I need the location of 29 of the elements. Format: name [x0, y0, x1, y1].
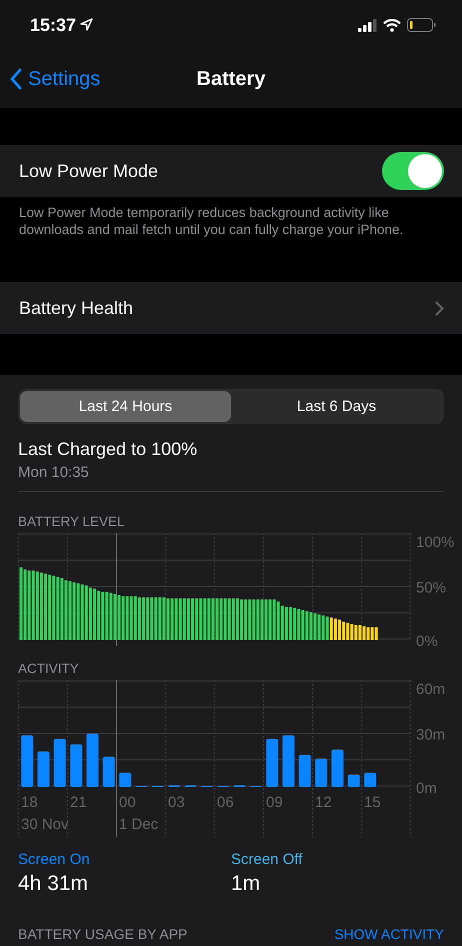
last-charged-title: Last Charged to 100%	[18, 439, 198, 460]
date-label: 30 Nov	[21, 816, 69, 833]
footer-text: Low Power Mode temporarily reduces background activity like downloads and mail fetch until you can fully charge your iPhone.	[18, 204, 404, 239]
date-label: 1 Dec	[119, 816, 158, 833]
clock-time: 15:37	[30, 14, 94, 36]
last-charged-time: Mon 10:35	[18, 464, 444, 492]
axis-label: 0m	[416, 780, 437, 797]
axis-label: 100%	[416, 534, 454, 551]
axis-label: 09	[266, 794, 283, 811]
stat-value: 4h 31m	[18, 872, 90, 896]
chart-title: BATTERY LEVEL	[18, 514, 126, 529]
axis-label: 50%	[416, 580, 446, 596]
axis-label: 12	[315, 794, 332, 811]
axis-label: 18	[21, 794, 38, 811]
axis-label: 15	[364, 794, 381, 811]
axis-label: 03	[168, 794, 185, 811]
stat-label: Screen On	[18, 851, 91, 868]
section-title: BATTERY USAGE BY APP	[18, 926, 188, 942]
axis-label: 00	[119, 794, 136, 811]
row-label: Low Power Mode	[19, 160, 158, 182]
chart-title: ACTIVITY	[18, 661, 80, 676]
axis-label: 30m	[416, 726, 446, 744]
axis-label: 0%	[416, 633, 438, 646]
axis-label: 60m	[416, 681, 446, 698]
stat-label: Screen Off	[231, 851, 304, 868]
page-title: Battery	[196, 68, 266, 90]
axis-label: 06	[217, 794, 234, 811]
axis-label: 21	[70, 794, 87, 811]
stat-value: 1m	[231, 872, 262, 896]
